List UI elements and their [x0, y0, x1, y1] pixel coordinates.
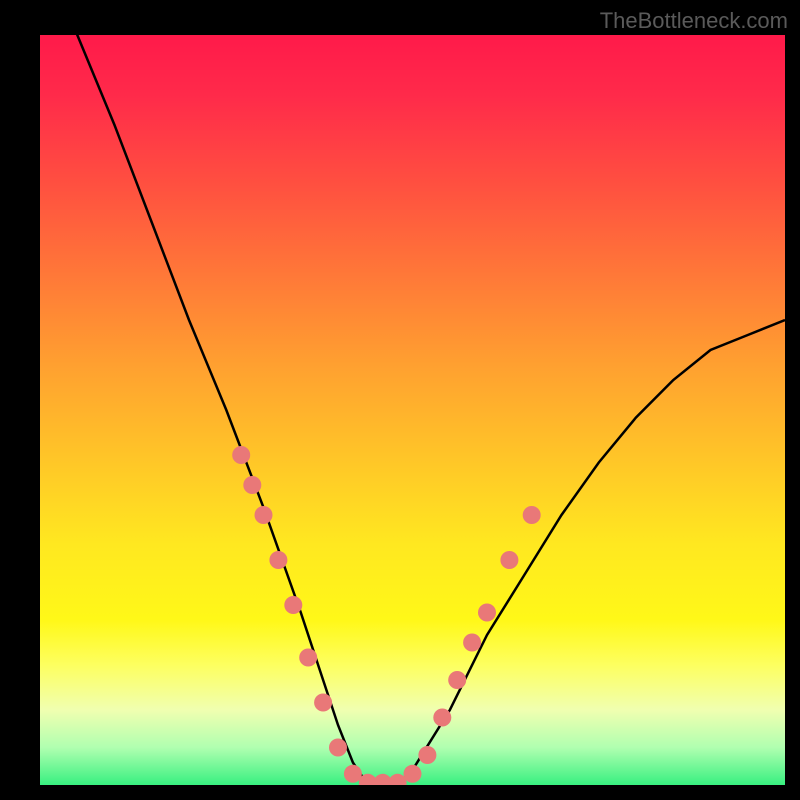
- data-markers: [232, 446, 541, 785]
- plot-background: [40, 35, 785, 785]
- chart-svg: [40, 35, 785, 785]
- curve-line: [40, 35, 785, 785]
- attribution-text: TheBottleneck.com: [600, 8, 788, 34]
